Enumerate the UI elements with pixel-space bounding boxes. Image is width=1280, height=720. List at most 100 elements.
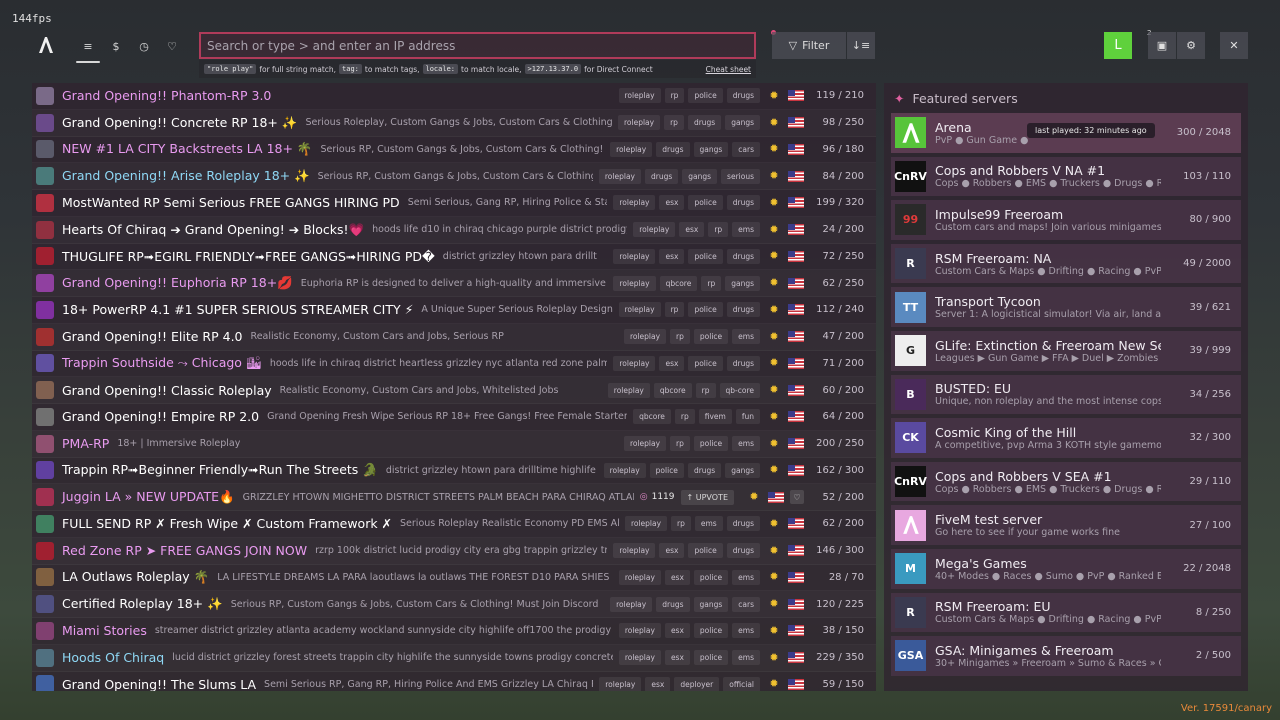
server-tag[interactable]: cars [732, 596, 760, 612]
featured-server-card[interactable]: 99 Impulse99 Freeroam Custom cars and maps… [891, 200, 1241, 240]
server-tag[interactable]: rp [695, 382, 716, 398]
server-row[interactable]: Trappin RP➟Beginner Friendly➟Run The Str… [32, 458, 876, 485]
server-tag[interactable]: roleplay [618, 302, 661, 318]
server-tag[interactable]: rp [708, 222, 729, 238]
upvote-button[interactable]: ↑ UPVOTE [680, 489, 734, 505]
server-tag[interactable]: roleplay [633, 222, 676, 238]
server-tag[interactable]: roleplay [599, 676, 642, 691]
featured-server-card[interactable]: FiveM test server Go here to see if your … [891, 505, 1241, 545]
server-row[interactable]: Hoods Of Chiraq lucid district grizzley f… [32, 645, 876, 672]
featured-server-card[interactable]: B BUSTED: EU Unique, non roleplay and the … [891, 374, 1241, 415]
server-row[interactable]: Trappin Southside ⤳ Chicago 🏙 hoods life … [32, 351, 876, 378]
server-tag[interactable]: roleplay [610, 141, 653, 157]
server-tag[interactable]: roleplay [617, 115, 661, 131]
server-tag[interactable]: police [688, 355, 723, 371]
server-row[interactable]: Grand Opening!! Empire RP 2.0 Grand Openi… [32, 404, 876, 431]
server-tag[interactable]: roleplay [607, 382, 650, 398]
server-tag[interactable]: roleplay [623, 436, 667, 452]
server-tag[interactable]: serious [721, 168, 760, 184]
settings-button[interactable]: ⚙ [1177, 32, 1205, 59]
user-avatar-button[interactable]: L [1104, 32, 1132, 59]
server-tag[interactable]: roleplay [598, 168, 641, 184]
server-tag[interactable]: drugs [656, 596, 690, 612]
server-tag[interactable]: roleplay [623, 329, 667, 345]
server-tag[interactable]: qbcore [653, 382, 692, 398]
server-tag[interactable]: drugs [726, 248, 760, 264]
server-tag[interactable]: official [723, 676, 760, 691]
clock-icon[interactable]: ◷ [132, 34, 156, 58]
server-tag[interactable]: police [688, 302, 723, 318]
server-row[interactable]: Grand Opening!! Euphoria RP 18+💋 Euphoria… [32, 270, 876, 297]
list-icon[interactable]: ≡ [76, 34, 100, 63]
server-tag[interactable]: rp [671, 516, 691, 532]
server-tag[interactable]: drugs [726, 543, 760, 559]
server-row[interactable]: THUGLIFE RP➟EGIRL FRIENDLY➟FREE GANGS➟HI… [32, 244, 876, 271]
server-tag[interactable]: police [688, 543, 723, 559]
server-tag[interactable]: esx [659, 543, 685, 559]
server-tag[interactable]: rp [664, 115, 684, 131]
server-tag[interactable]: roleplay [618, 569, 661, 585]
featured-server-card[interactable]: TT Transport Tycoon Server 1: A logicistic… [891, 287, 1241, 327]
server-tag[interactable]: roleplay [613, 195, 656, 211]
server-tag[interactable]: ems [694, 516, 723, 532]
server-tag[interactable]: drugs [726, 302, 760, 318]
sort-button[interactable]: ↓≡ [847, 32, 875, 59]
server-tag[interactable]: gangs [693, 596, 729, 612]
featured-server-card[interactable]: M Mega's Games 40+ Modes ● Races ● Sumo ● … [891, 548, 1241, 589]
server-row[interactable]: PMA-RP 18+ | Immersive Roleplay roleplay rp… [32, 431, 876, 458]
server-tag[interactable]: gangs [693, 141, 729, 157]
server-tag[interactable]: roleplay [603, 462, 646, 478]
server-tag[interactable]: police [693, 329, 729, 345]
server-row[interactable]: Grand Opening!! Phantom-RP 3.0 roleplay rp… [32, 83, 876, 110]
server-tag[interactable]: esx [659, 248, 685, 264]
server-row[interactable]: Hearts Of Chiraq ➔ Grand Opening! ➔ Bloc… [32, 217, 876, 244]
server-tag[interactable]: police [693, 436, 729, 452]
server-row[interactable]: Juggin LA » NEW UPDATE🔥 GRIZZLEY HTOWN MI… [32, 484, 876, 511]
server-tag[interactable]: ems [732, 569, 760, 585]
server-tag[interactable]: roleplay [618, 88, 661, 104]
server-tag[interactable]: roleplay [610, 596, 653, 612]
server-tag[interactable]: esx [679, 222, 705, 238]
server-tag[interactable]: rp [701, 275, 722, 291]
server-tag[interactable]: deployer [674, 676, 720, 691]
server-row[interactable]: MostWanted RP Semi Serious FREE GANGS HI… [32, 190, 876, 217]
server-tag[interactable]: police [688, 88, 723, 104]
server-tag[interactable]: drugs [726, 516, 760, 532]
server-tag[interactable]: drugs [726, 195, 760, 211]
featured-server-card[interactable]: CK Cosmic King of the Hill A competitive, … [891, 418, 1241, 458]
server-tag[interactable]: rp [674, 409, 695, 425]
server-tag[interactable]: rp [664, 302, 685, 318]
server-row[interactable]: Grand Opening!! Arise Roleplay 18+ ✨ Seri… [32, 163, 876, 190]
server-row[interactable]: NEW #1 LA CITY Backstreets LA 18+ 🌴 Serio… [32, 137, 876, 164]
server-tag[interactable]: gangs [725, 115, 760, 131]
server-tag[interactable]: roleplay [618, 623, 661, 639]
server-row[interactable]: Grand Opening!! The Slums LA Semi Serious… [32, 672, 876, 691]
featured-server-card[interactable]: R RSM Freeroam: EU Custom Cars & Maps ● Dr… [891, 592, 1241, 633]
server-tag[interactable]: roleplay [624, 516, 668, 532]
server-tag[interactable]: rp [670, 329, 690, 345]
server-tag[interactable]: roleplay [618, 650, 661, 666]
server-tag[interactable]: esx [664, 569, 690, 585]
server-tag[interactable]: esx [645, 676, 671, 691]
featured-server-card[interactable]: G GLife: Extinction & Freeroam New Seas Le… [891, 330, 1241, 371]
featured-server-card[interactable]: CnRV Cops and Robbers V NA #1 Cops ● Robbe… [891, 156, 1241, 197]
server-tag[interactable]: gangs [682, 168, 718, 184]
server-tag[interactable]: qbcore [633, 409, 671, 425]
server-tag[interactable]: esx [659, 355, 685, 371]
server-tag[interactable]: esx [659, 195, 685, 211]
server-tag[interactable]: rp [664, 88, 685, 104]
server-tag[interactable]: police [693, 650, 729, 666]
cheat-sheet-link[interactable]: Cheat sheet [706, 65, 751, 74]
server-tag[interactable]: drugs [726, 88, 760, 104]
server-tag[interactable]: esx [664, 650, 690, 666]
favorite-button[interactable]: ♡ [790, 490, 804, 505]
server-tag[interactable]: roleplay [613, 355, 656, 371]
server-tag[interactable]: police [688, 248, 723, 264]
server-row[interactable]: Certified Roleplay 18+ ✨ Serious RP, Cust… [32, 591, 876, 618]
server-tag[interactable]: qb-core [719, 382, 760, 398]
server-tag[interactable]: ems [732, 623, 760, 639]
server-tag[interactable]: ems [732, 222, 760, 238]
server-tag[interactable]: drugs [726, 355, 760, 371]
server-tag[interactable]: drugs [656, 141, 690, 157]
filter-button[interactable]: ▽ Filter [772, 32, 846, 59]
